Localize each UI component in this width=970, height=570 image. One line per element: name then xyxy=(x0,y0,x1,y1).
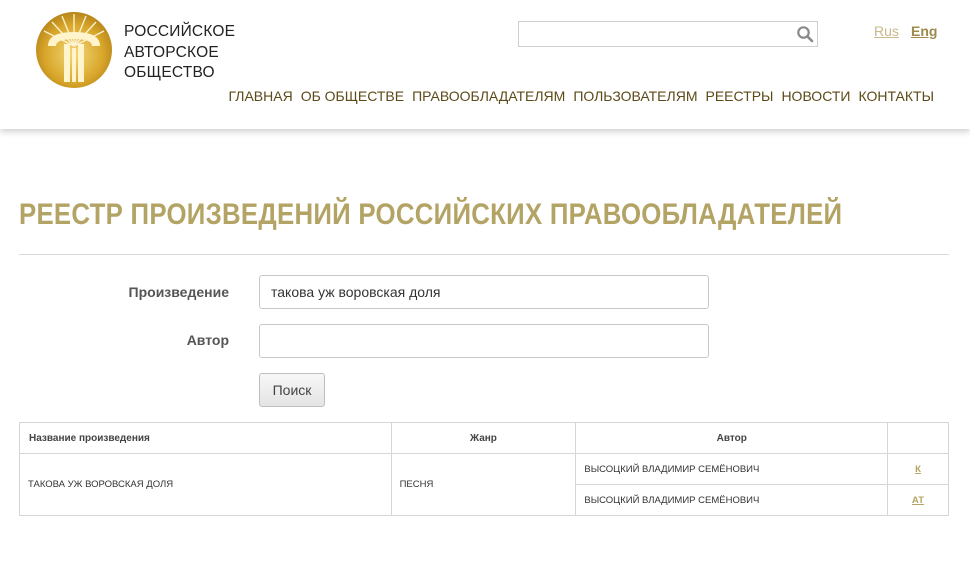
author-input[interactable] xyxy=(259,324,709,358)
page-title: РЕЕСТР ПРОИЗВЕДЕНИЙ РОССИЙСКИХ ПРАВООБЛА… xyxy=(19,198,843,231)
nav-item-home[interactable]: ГЛАВНАЯ xyxy=(228,88,292,104)
nav-item-contacts[interactable]: КОНТАКТЫ xyxy=(858,88,934,104)
work-input[interactable] xyxy=(259,275,709,309)
nav-item-news[interactable]: НОВОСТИ xyxy=(781,88,850,104)
cell-author: высоцкий владимир семёнович xyxy=(575,484,889,516)
table-header-row: Название произведения Жанр Автор xyxy=(19,422,949,454)
search-icon[interactable] xyxy=(796,25,814,43)
author-label: Автор xyxy=(186,332,229,348)
cell-code: АТ xyxy=(887,484,949,516)
cell-author: высоцкий владимир семёнович xyxy=(575,453,889,485)
role-code-link[interactable]: К xyxy=(915,464,921,475)
header-author: Автор xyxy=(575,422,889,454)
brand-line-3: ОБЩЕСТВО xyxy=(124,64,215,81)
brand-name: РОССИЙСКОЕ АВТОРСКОЕ ОБЩЕСТВО xyxy=(124,22,235,84)
nav-item-registries[interactable]: РЕЕСТРЫ xyxy=(705,88,773,104)
site-search-input[interactable] xyxy=(519,22,789,46)
header-title: Название произведения xyxy=(19,422,392,454)
cell-code: К xyxy=(887,453,949,485)
site-search xyxy=(518,21,818,47)
nav-item-users[interactable]: ПОЛЬЗОВАТЕЛЯМ xyxy=(573,88,697,104)
role-code-link[interactable]: АТ xyxy=(912,495,924,506)
rao-logo-icon[interactable] xyxy=(34,8,114,88)
brand-line-2: АВТОРСКОЕ xyxy=(124,43,219,61)
table-row: такова уж воровская доля песня высоцкий … xyxy=(19,453,949,516)
cell-genre: песня xyxy=(390,453,577,516)
site-header: РОССИЙСКОЕ АВТОРСКОЕ ОБЩЕСТВО Rus Eng ГЛ… xyxy=(0,0,970,129)
results-table: Название произведения Жанр Автор такова … xyxy=(19,422,949,516)
header-genre: Жанр xyxy=(390,422,577,454)
title-divider xyxy=(19,254,949,255)
lang-rus-link[interactable]: Rus xyxy=(874,23,899,39)
main-nav: ГЛАВНАЯ ОБ ОБЩЕСТВЕ ПРАВООБЛАДАТЕЛЯМ ПОЛ… xyxy=(228,88,934,104)
nav-item-rightsholders[interactable]: ПРАВООБЛАДАТЕЛЯМ xyxy=(412,88,565,104)
cell-title: такова уж воровская доля xyxy=(19,453,392,516)
lang-eng-link[interactable]: Eng xyxy=(911,23,937,39)
search-button[interactable]: Поиск xyxy=(259,373,325,407)
work-label: Произведение xyxy=(128,284,229,300)
header-code xyxy=(887,422,949,454)
brand-line-1: РОССИЙСКОЕ xyxy=(124,23,236,40)
nav-item-about[interactable]: ОБ ОБЩЕСТВЕ xyxy=(301,88,404,104)
